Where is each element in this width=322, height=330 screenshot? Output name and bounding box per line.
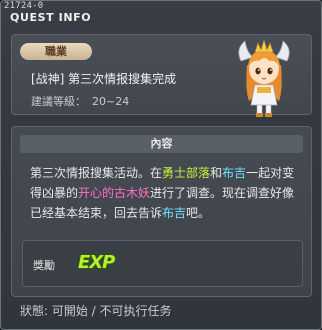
window-title: QUEST INFO xyxy=(10,11,92,24)
npc-portrait xyxy=(238,38,290,117)
reward-label: 獎勵 xyxy=(33,259,55,272)
quest-name: [战神] 第三次情报搜集完成 xyxy=(31,72,177,86)
recommended-level: 建議等級： 20~24 xyxy=(31,93,129,109)
quest-id-label: 21724-0 xyxy=(4,1,44,11)
quest-status: 狀態: 可開始 / 不可执行任务 xyxy=(20,304,172,318)
highlight-cyan: 布吉 xyxy=(222,166,247,180)
recommended-level-value: 20~24 xyxy=(92,95,130,108)
description-text: 第三次情报搜集活动。在 xyxy=(30,166,163,180)
quest-info-window: 21724-0 QUEST INFO 職業 [战神] 第三次情报搜集完成 建議等… xyxy=(0,0,322,330)
content-panel: 內容 第三次情报搜集活动。在勇士部落和布吉一起对变得凶暴的开心的古木妖进行了调查… xyxy=(11,126,312,297)
reward-box: 獎勵 EXP xyxy=(22,240,303,287)
highlight-cyan: 布吉 xyxy=(162,206,187,220)
exp-icon: EXP xyxy=(78,252,115,273)
content-header: 內容 xyxy=(20,135,303,153)
job-badge: 職業 xyxy=(20,43,92,60)
recommended-level-label: 建議等級： xyxy=(31,95,86,108)
description-text: 吧。 xyxy=(186,206,211,220)
description-text: 和 xyxy=(210,166,223,180)
quest-description: 第三次情报搜集活动。在勇士部落和布吉一起对变得凶暴的开心的古木妖进行了调查。现在… xyxy=(30,163,306,223)
highlight-green: 勇士部落 xyxy=(162,166,211,180)
highlight-pink: 开心的古木妖 xyxy=(78,186,151,200)
